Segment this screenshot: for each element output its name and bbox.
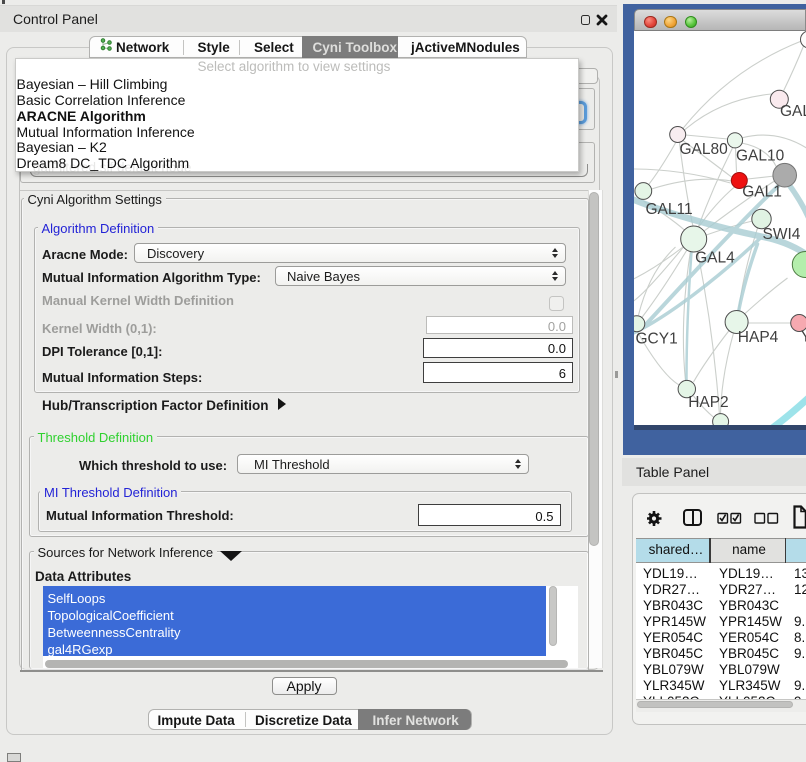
svg-text:GAL1: GAL1 — [742, 183, 782, 200]
svg-text:HAP2: HAP2 — [688, 394, 729, 411]
svg-text:GAL80: GAL80 — [679, 141, 728, 158]
svg-text:GAL11: GAL11 — [645, 201, 692, 218]
svg-text:Y: Y — [800, 328, 806, 345]
svg-text:GAL2: GAL2 — [780, 103, 806, 120]
svg-text:SWI4: SWI4 — [762, 226, 800, 243]
svg-text:HAP4: HAP4 — [737, 329, 778, 346]
svg-text:GAL4: GAL4 — [695, 250, 735, 267]
svg-text:GAL10: GAL10 — [736, 148, 785, 165]
svg-text:GCY1: GCY1 — [635, 330, 677, 347]
